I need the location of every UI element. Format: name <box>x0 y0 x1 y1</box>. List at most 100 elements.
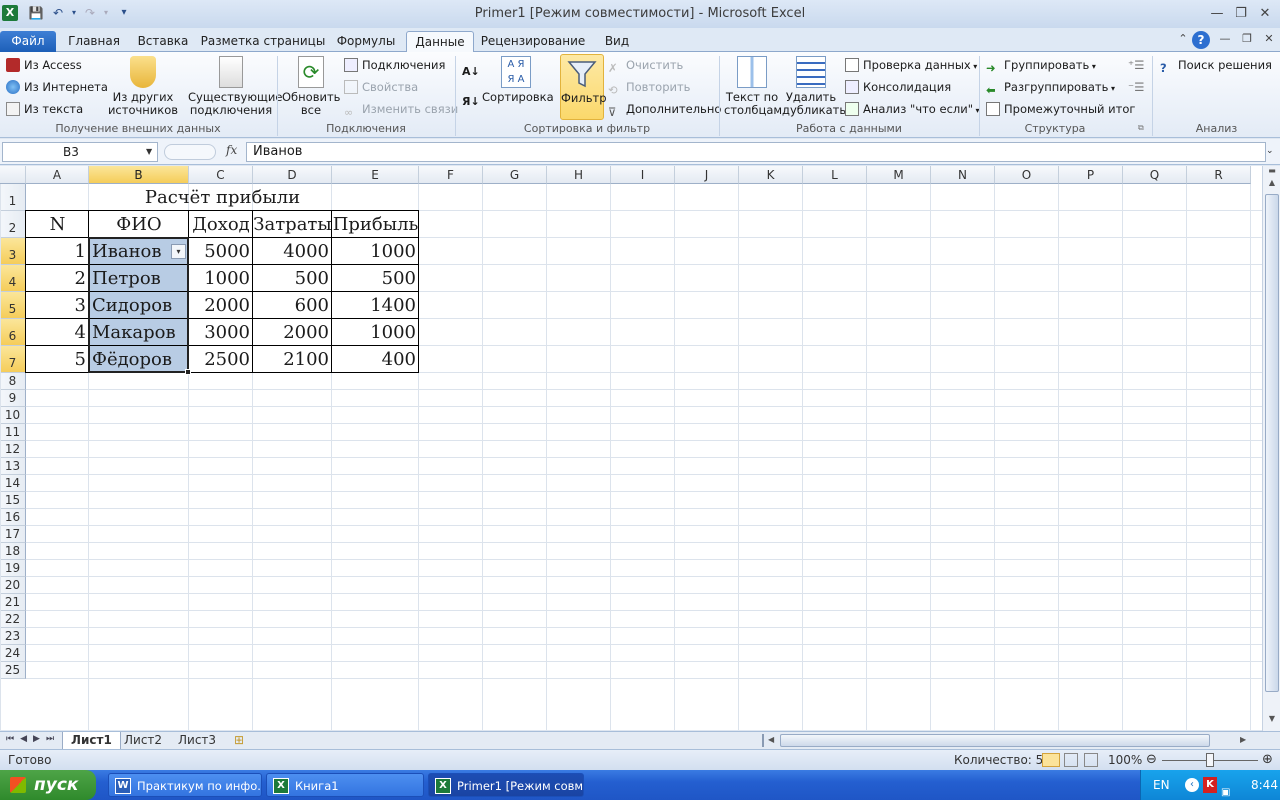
row-header[interactable]: 2 <box>0 211 26 238</box>
scroll-up-icon[interactable]: ▲ <box>1265 178 1279 192</box>
properties-button[interactable]: Свойства <box>344 77 418 97</box>
table-cell[interactable]: 3000 <box>189 319 253 346</box>
table-header-cell[interactable]: Затраты <box>253 211 332 238</box>
reapply-button[interactable]: ⟲ Повторить <box>608 77 690 97</box>
sheet-title[interactable]: Расчёт прибыли <box>26 184 419 211</box>
connections-button[interactable]: Подключения <box>344 55 445 75</box>
row-header[interactable]: 5 <box>0 292 26 319</box>
workbook-close-icon[interactable]: ✕ <box>1258 31 1280 47</box>
table-cell[interactable]: 3 <box>26 292 89 319</box>
column-header[interactable]: L <box>803 166 867 184</box>
column-header[interactable]: Q <box>1123 166 1187 184</box>
minimize-ribbon-icon[interactable]: ⌃ <box>1172 31 1194 47</box>
row-header[interactable]: 7 <box>0 346 26 373</box>
advanced-filter-button[interactable]: ⊽ Дополнительно <box>608 99 721 119</box>
clock[interactable]: 8:44 <box>1251 770 1278 800</box>
vertical-scroll-thumb[interactable] <box>1265 194 1279 692</box>
row-header[interactable]: 1 <box>0 184 26 211</box>
table-cell[interactable]: 4000 <box>253 238 332 265</box>
cell-dropdown-arrow-icon[interactable]: ▾ <box>171 244 186 259</box>
table-cell[interactable]: 1000 <box>332 319 419 346</box>
tab-home[interactable]: Главная <box>62 31 126 52</box>
column-header[interactable]: F <box>419 166 483 184</box>
column-header[interactable]: A <box>26 166 89 184</box>
normal-view-icon[interactable] <box>1042 753 1060 767</box>
column-header[interactable]: K <box>739 166 803 184</box>
subtotal-button[interactable]: Промежуточный итог <box>986 99 1135 119</box>
fill-handle[interactable] <box>185 369 191 375</box>
from-text-button[interactable]: Из текста <box>6 99 83 119</box>
table-header-cell[interactable]: Прибыль <box>332 211 419 238</box>
sort-az-button[interactable]: A↓ <box>462 62 480 82</box>
show-detail-button[interactable]: ⁺☰ <box>1128 55 1144 75</box>
table-cell[interactable]: 5000 <box>189 238 253 265</box>
language-indicator[interactable]: EN <box>1153 770 1170 800</box>
table-header-cell[interactable]: ФИО <box>89 211 189 238</box>
from-web-button[interactable]: Из Интернета <box>6 77 108 97</box>
antivirus-icon[interactable]: K <box>1203 777 1217 793</box>
sheet-tab-2[interactable]: Лист2 <box>116 732 170 750</box>
column-header[interactable]: N <box>931 166 995 184</box>
sheet-tab-1[interactable]: Лист1 <box>62 732 121 750</box>
minimize-icon[interactable]: — <box>1206 6 1228 22</box>
from-access-button[interactable]: Из Access <box>6 55 82 75</box>
remove-duplicates-button[interactable]: Удалить дубликаты <box>782 56 848 117</box>
row-header[interactable]: 10 <box>0 407 26 424</box>
zoom-level[interactable]: 100% <box>1108 750 1142 770</box>
workbook-restore-icon[interactable]: ❐ <box>1236 31 1258 47</box>
table-cell[interactable]: 2500 <box>189 346 253 373</box>
row-header[interactable]: 3 <box>0 238 26 265</box>
page-layout-view-icon[interactable] <box>1064 753 1078 767</box>
select-all-corner[interactable] <box>0 166 26 184</box>
table-cell[interactable]: 400 <box>332 346 419 373</box>
page-break-view-icon[interactable] <box>1084 753 1098 767</box>
taskbar-item-book1[interactable]: X Книга1 <box>266 773 424 797</box>
tab-insert[interactable]: Вставка <box>132 31 194 52</box>
row-header[interactable]: 23 <box>0 628 26 645</box>
table-cell[interactable]: 500 <box>253 265 332 292</box>
column-header[interactable]: G <box>483 166 547 184</box>
row-header[interactable]: 24 <box>0 645 26 662</box>
row-header[interactable]: 6 <box>0 319 26 346</box>
from-other-sources-button[interactable]: Из других источников <box>106 56 180 117</box>
clear-filter-button[interactable]: ✗ Очистить <box>608 55 683 75</box>
table-cell[interactable]: 1000 <box>189 265 253 292</box>
column-header[interactable]: M <box>867 166 931 184</box>
table-cell[interactable]: 1 <box>26 238 89 265</box>
row-header[interactable]: 16 <box>0 509 26 526</box>
edit-links-button[interactable]: ∞ Изменить связи <box>344 99 458 119</box>
table-header-cell[interactable]: N <box>26 211 89 238</box>
data-validation-button[interactable]: Проверка данных ▾ <box>845 55 977 75</box>
table-cell[interactable]: 500 <box>332 265 419 292</box>
table-cell[interactable]: 5 <box>26 346 89 373</box>
close-icon[interactable]: ✕ <box>1254 6 1276 22</box>
row-header[interactable]: 8 <box>0 373 26 390</box>
zoom-slider-thumb[interactable] <box>1206 753 1214 767</box>
insert-function-button[interactable]: fx <box>226 143 237 157</box>
row-header[interactable]: 9 <box>0 390 26 407</box>
refresh-all-button[interactable]: ⟳ Обновить все <box>282 56 340 117</box>
ungroup-button[interactable]: ⬅ Разгруппировать ▾ <box>986 77 1115 97</box>
row-header[interactable]: 21 <box>0 594 26 611</box>
column-header[interactable]: C <box>189 166 253 184</box>
row-header[interactable]: 25 <box>0 662 26 679</box>
column-header[interactable]: B <box>89 166 189 184</box>
taskbar-item-primer1[interactable]: X Primer1 [Режим совм... <box>428 773 584 797</box>
split-box-icon[interactable]: ▬ <box>1265 166 1279 178</box>
row-header[interactable]: 14 <box>0 475 26 492</box>
taskbar-item-word[interactable]: W Практикум по инфо... <box>108 773 262 797</box>
table-cell[interactable]: 1400 <box>332 292 419 319</box>
row-header[interactable]: 20 <box>0 577 26 594</box>
expand-formula-bar-icon[interactable]: ⌄ <box>1266 146 1274 156</box>
column-header[interactable]: R <box>1187 166 1251 184</box>
restore-icon[interactable]: ❐ <box>1230 6 1252 22</box>
scroll-left-icon[interactable]: ◀ <box>768 735 774 744</box>
group-button[interactable]: ➜ Группировать ▾ <box>986 55 1096 75</box>
column-header[interactable]: O <box>995 166 1059 184</box>
row-header[interactable]: 18 <box>0 543 26 560</box>
row-header[interactable]: 4 <box>0 265 26 292</box>
tab-data[interactable]: Данные <box>406 31 474 53</box>
row-header[interactable]: 11 <box>0 424 26 441</box>
solver-button[interactable]: ? Поиск решения <box>1160 55 1272 75</box>
tab-review[interactable]: Рецензирование <box>478 31 588 52</box>
